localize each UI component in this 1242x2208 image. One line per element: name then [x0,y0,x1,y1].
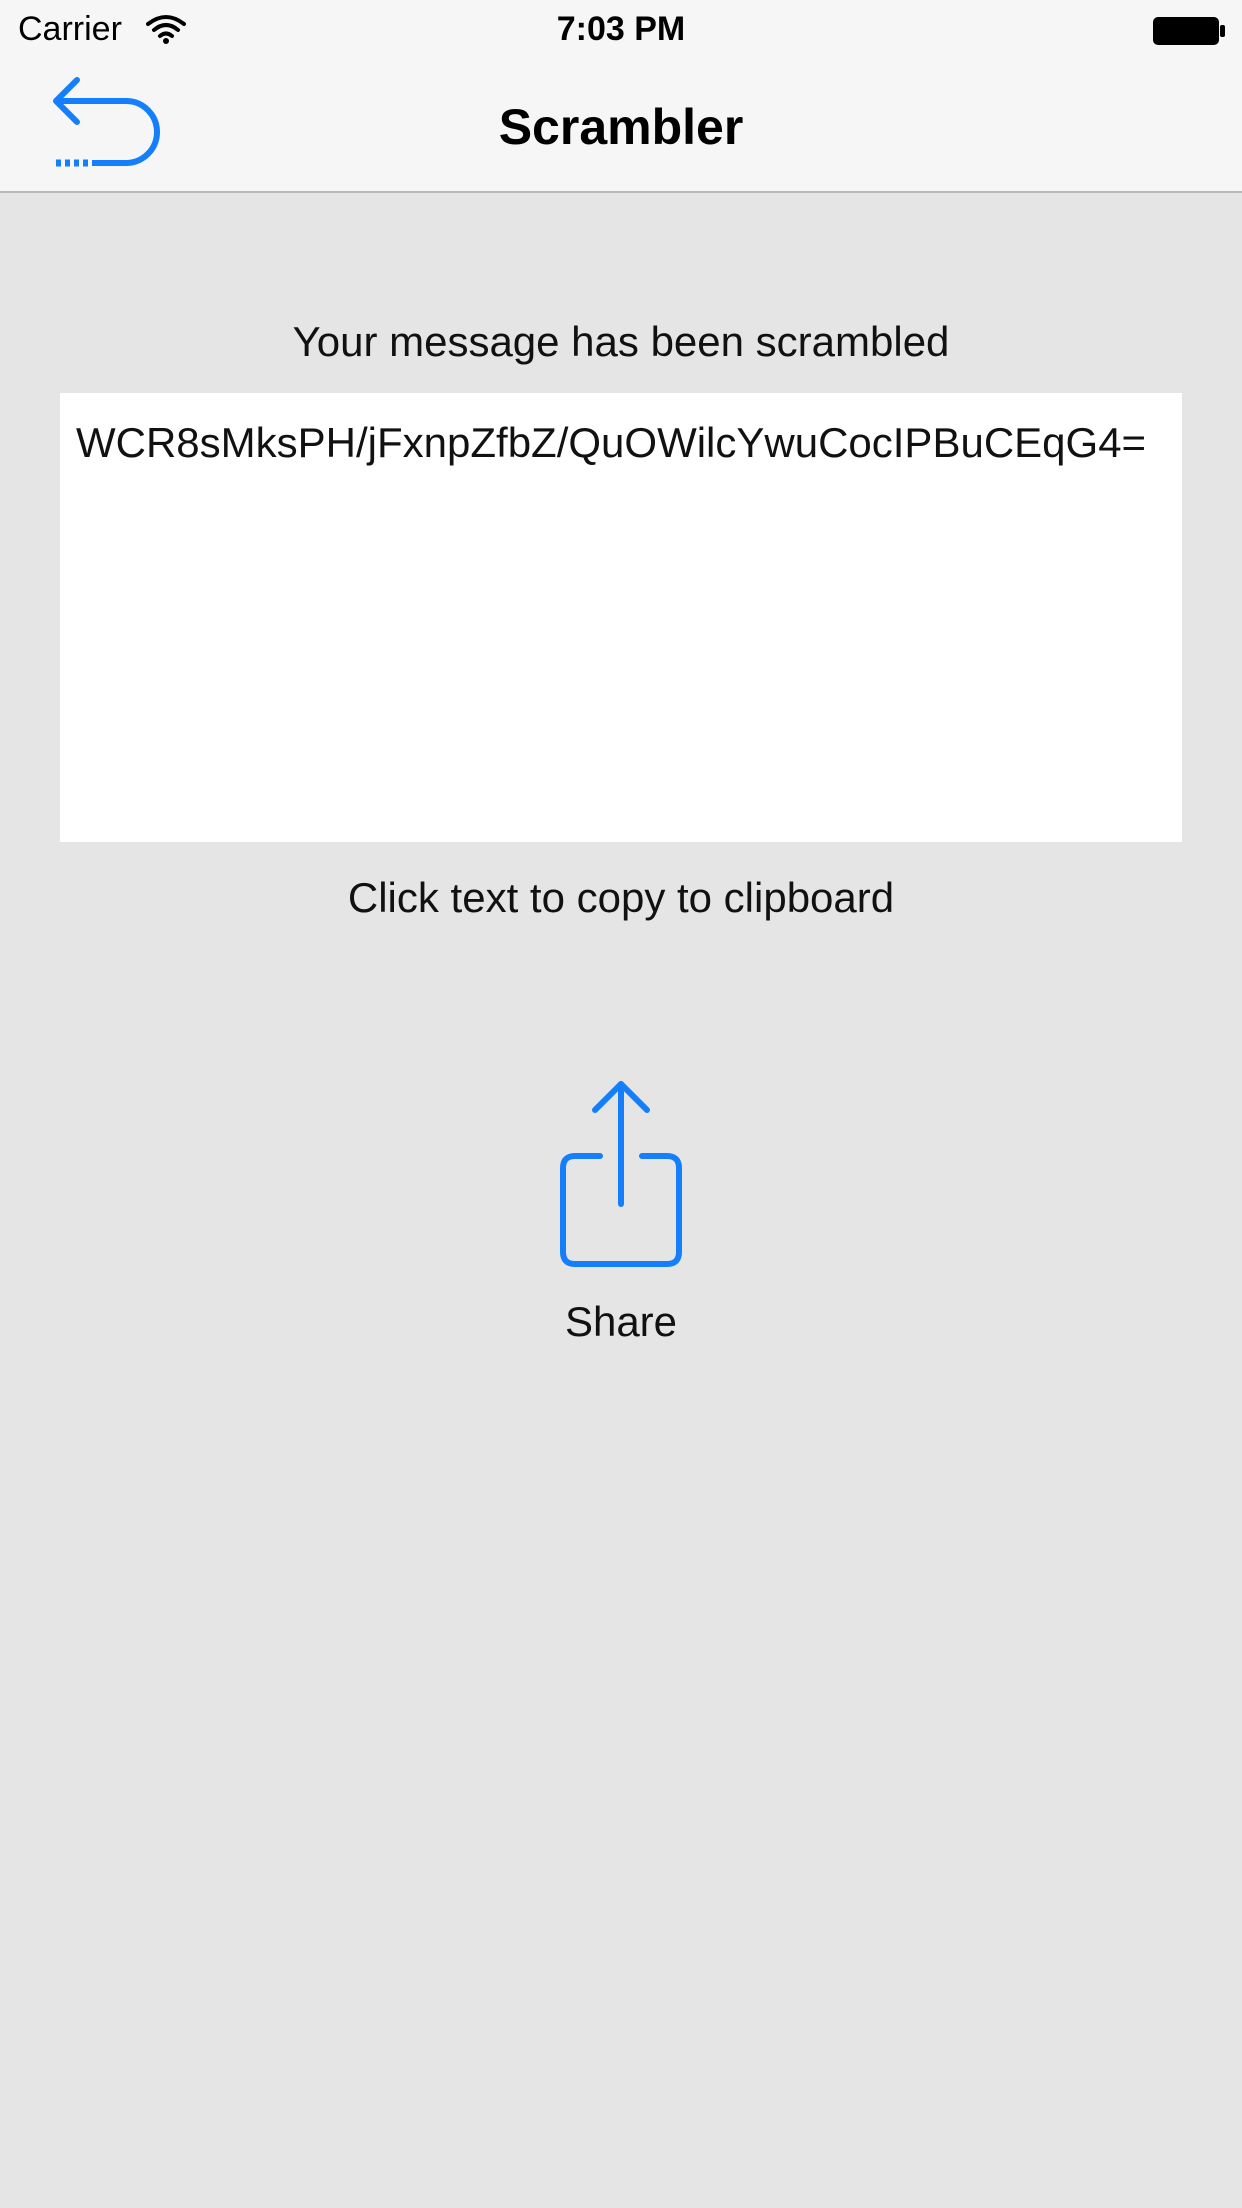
share-icon [560,1081,682,1267]
scrambled-heading: Your message has been scrambled [292,318,950,365]
scrambled-text-view[interactable]: WCR8sMksPH/jFxnpZfbZ/QuOWilcYwuCocIPBuCE… [60,393,1182,842]
nav-title: Scrambler [498,99,744,155]
share-button[interactable]: Share [521,1080,721,1350]
status-bar: Carrier 7:03 PM [0,0,1242,60]
navigation-bar: Scrambler [0,60,1242,193]
share-label: Share [564,1298,678,1345]
battery-icon [1153,17,1225,45]
status-time: 7:03 PM [556,10,686,48]
copy-hint: Click text to copy to clipboard [347,874,895,921]
